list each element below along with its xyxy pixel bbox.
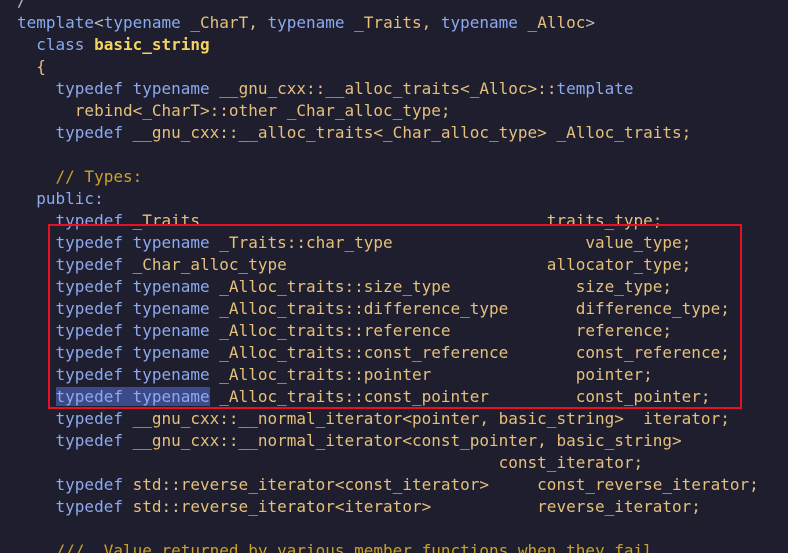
code-token: class [36, 35, 95, 54]
highlight-annotation-box [48, 224, 742, 409]
code-token: > [585, 13, 595, 32]
code-token: < [94, 13, 104, 32]
code-token: __gnu_cxx::__alloc_traits<_Char_alloc_ty… [132, 123, 692, 142]
code-token: typedef [55, 475, 133, 494]
code-token: / [17, 0, 27, 10]
code-token: _Traits, [344, 13, 441, 32]
code-token: rebind<_CharT>::other _Char_alloc_type; [74, 101, 451, 120]
code-token: template [17, 13, 95, 32]
code-line[interactable]: typedef std::reverse_iterator<const_iter… [17, 474, 759, 496]
code-line[interactable]: public: [17, 188, 104, 210]
code-token: typedef [55, 409, 133, 428]
code-token: { [36, 57, 46, 76]
code-line[interactable]: // Types: [17, 166, 143, 188]
code-token: typename [267, 13, 345, 32]
code-token: basic_string [94, 35, 210, 54]
code-token: typedef [55, 497, 133, 516]
code-editor[interactable]: /// Value returned by various member fun… [0, 0, 788, 553]
code-line[interactable]: template<typename _CharT, typename _Trai… [17, 12, 595, 34]
code-token: __gnu_cxx::__alloc_traits<_Alloc>:: [219, 79, 557, 98]
code-line[interactable]: class basic_string [17, 34, 210, 56]
code-token: std::reverse_iterator<const_iterator> co… [132, 475, 759, 494]
code-token: // Types: [55, 167, 143, 186]
code-token: typename [103, 13, 181, 32]
code-line[interactable]: typedef __gnu_cxx::__normal_iterator<poi… [17, 408, 730, 430]
code-token: __gnu_cxx::__normal_iterator<const_point… [132, 431, 682, 450]
code-token: typedef [55, 123, 133, 142]
code-token: _Alloc [517, 13, 586, 32]
code-line[interactable]: typedef __gnu_cxx::__alloc_traits<_Char_… [17, 122, 692, 144]
code-line[interactable]: { [17, 56, 46, 78]
code-line[interactable]: / [17, 0, 27, 12]
code-token: typedef [55, 79, 133, 98]
code-token: const_iterator; [498, 453, 644, 472]
code-token: template [556, 79, 634, 98]
code-token: typename [440, 13, 518, 32]
code-token: /// Value returned by various member fun… [55, 541, 663, 553]
code-token: std::reverse_iterator<iterator> reverse_… [132, 497, 701, 516]
code-line[interactable]: rebind<_CharT>::other _Char_alloc_type; [17, 100, 451, 122]
code-line[interactable]: typedef __gnu_cxx::__normal_iterator<con… [17, 430, 682, 452]
code-token: _CharT, [180, 13, 268, 32]
code-line[interactable]: typedef typename __gnu_cxx::__alloc_trai… [17, 78, 634, 100]
code-line[interactable]: const_iterator; [17, 452, 644, 474]
code-line[interactable]: /// Value returned by various member fun… [17, 540, 663, 553]
code-token: public: [36, 189, 104, 208]
code-token: __gnu_cxx::__normal_iterator<pointer, ba… [132, 409, 730, 428]
code-line[interactable]: typedef std::reverse_iterator<iterator> … [17, 496, 701, 518]
code-token: typename [132, 79, 220, 98]
code-token: typedef [55, 431, 133, 450]
